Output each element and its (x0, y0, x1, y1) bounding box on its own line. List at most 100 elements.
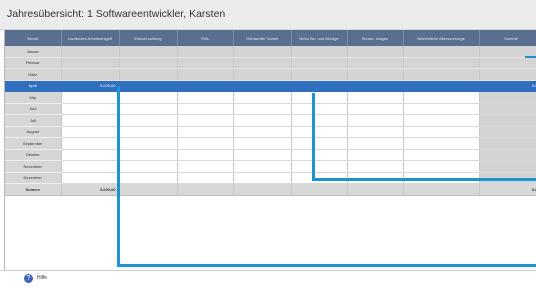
amount-cell[interactable] (347, 183, 404, 196)
amount-cell[interactable] (233, 137, 292, 150)
amount-cell[interactable] (177, 149, 234, 161)
amount-cell[interactable]: 3.000,00 (61, 80, 120, 92)
amount-cell[interactable] (347, 57, 404, 69)
col-header-month[interactable]: Monat (5, 30, 62, 46)
amount-cell[interactable] (61, 137, 120, 150)
amount-cell[interactable] (291, 160, 348, 173)
amount-cell[interactable] (233, 183, 292, 196)
amount-cell[interactable] (347, 126, 404, 138)
total-row[interactable]: Summe3.000,00 3.00 (5, 183, 536, 196)
col-header-one-time-payment[interactable]: Einmal zahlung (119, 30, 178, 46)
amount-cell[interactable] (291, 149, 348, 161)
amount-cell[interactable] (403, 160, 480, 173)
amount-cell[interactable] (233, 57, 292, 69)
amount-cell[interactable] (177, 137, 234, 150)
amount-cell[interactable] (177, 57, 234, 69)
table-row[interactable]: September (5, 137, 536, 150)
amount-cell[interactable] (233, 126, 292, 138)
amount-cell[interactable] (403, 68, 480, 81)
amount-cell[interactable] (61, 114, 120, 127)
amount-cell[interactable] (233, 80, 292, 92)
table-row[interactable]: Februar (5, 57, 536, 69)
amount-cell[interactable] (61, 149, 120, 161)
amount-cell[interactable] (119, 149, 178, 161)
amount-cell[interactable] (61, 57, 120, 69)
amount-cell[interactable] (403, 57, 480, 69)
amount-cell[interactable] (233, 91, 292, 104)
amount-cell[interactable] (291, 103, 348, 115)
amount-cell[interactable] (291, 68, 348, 81)
amount-cell[interactable] (177, 126, 234, 138)
amount-cell[interactable] (233, 172, 292, 184)
amount-cell[interactable] (233, 114, 292, 127)
amount-cell[interactable]: 3.000,00 (61, 183, 120, 196)
amount-cell[interactable] (233, 68, 292, 81)
col-header-total[interactable]: Summe (479, 30, 536, 46)
amount-cell[interactable] (291, 183, 348, 196)
amount-cell[interactable] (291, 57, 348, 69)
amount-cell[interactable] (61, 68, 120, 81)
amount-cell[interactable] (61, 91, 120, 104)
table-row[interactable]: Juni (5, 103, 536, 115)
amount-cell[interactable] (119, 172, 178, 184)
amount-cell[interactable] (61, 160, 120, 173)
amount-cell[interactable] (403, 80, 480, 92)
amount-cell[interactable] (347, 103, 404, 115)
amount-cell[interactable] (177, 80, 234, 92)
amount-cell[interactable] (61, 126, 120, 138)
amount-cell[interactable] (233, 103, 292, 115)
amount-cell[interactable] (177, 46, 234, 58)
amount-cell[interactable] (347, 91, 404, 104)
amount-cell[interactable] (347, 149, 404, 161)
col-header-vwl[interactable]: VWL (177, 30, 234, 46)
amount-cell[interactable] (119, 137, 178, 150)
col-header-pension[interactable]: Betriebliche Altersvorsorge (403, 30, 480, 46)
table-row[interactable]: November (5, 160, 536, 173)
amount-cell[interactable] (61, 103, 120, 115)
amount-cell[interactable] (347, 160, 404, 173)
amount-cell[interactable] (119, 46, 178, 58)
table-row[interactable]: Mai (5, 91, 536, 104)
amount-cell[interactable] (291, 80, 348, 92)
amount-cell[interactable] (119, 126, 178, 138)
col-header-tax[interactable]: Steuer- magen (347, 30, 404, 46)
col-header-monetary-benefit[interactable]: Geldwerter Vorteil (233, 30, 292, 46)
amount-cell[interactable] (403, 103, 480, 115)
help-icon[interactable]: ? (24, 274, 33, 283)
amount-cell[interactable] (347, 80, 404, 92)
amount-cell[interactable] (61, 46, 120, 58)
amount-cell[interactable] (291, 126, 348, 138)
amount-cell[interactable] (177, 103, 234, 115)
amount-cell[interactable] (291, 91, 348, 104)
amount-cell[interactable] (403, 46, 480, 58)
help-button-label[interactable]: Hilfe (37, 275, 47, 281)
amount-cell[interactable] (177, 114, 234, 127)
table-row[interactable]: Juli (5, 114, 536, 127)
annual-overview-grid[interactable]: Monat Laufendes Arbeitsentgelt Einmal za… (4, 30, 536, 270)
amount-cell[interactable] (177, 68, 234, 81)
amount-cell[interactable] (347, 114, 404, 127)
amount-cell[interactable] (177, 183, 234, 196)
amount-cell[interactable] (119, 103, 178, 115)
amount-cell[interactable] (119, 57, 178, 69)
amount-cell[interactable] (347, 137, 404, 150)
amount-cell[interactable] (177, 172, 234, 184)
amount-cell[interactable] (291, 137, 348, 150)
amount-cell[interactable] (347, 68, 404, 81)
amount-cell[interactable] (119, 160, 178, 173)
amount-cell[interactable] (233, 46, 292, 58)
amount-cell[interactable] (291, 114, 348, 127)
amount-cell[interactable] (403, 183, 480, 196)
amount-cell[interactable] (403, 149, 480, 161)
amount-cell[interactable] (403, 114, 480, 127)
amount-cell[interactable] (119, 183, 178, 196)
amount-cell[interactable] (403, 137, 480, 150)
amount-cell[interactable] (291, 46, 348, 58)
amount-cell[interactable] (177, 91, 234, 104)
col-header-net-deductions[interactable]: Netto Be- und Abzüge (291, 30, 348, 46)
amount-cell[interactable] (61, 172, 120, 184)
table-row[interactable]: August (5, 126, 536, 138)
amount-cell[interactable] (347, 46, 404, 58)
table-row[interactable]: März (5, 68, 536, 81)
amount-cell[interactable] (177, 160, 234, 173)
